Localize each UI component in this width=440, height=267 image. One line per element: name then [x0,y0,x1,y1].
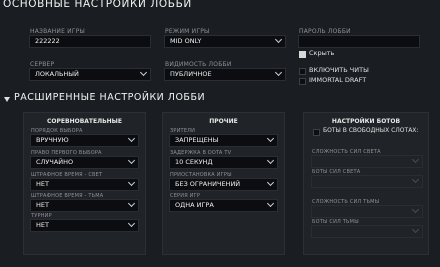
chevron-down-icon [274,36,283,44]
password-label: ПАРОЛЬ ЛОББИ [299,28,351,35]
bots-title: НАСТРОЙКИ БОТОВ [331,118,401,125]
bots-panel: НАСТРОЙКИ БОТОВ БОТЫ В СВОБОДНЫХ СЛОТАХ:… [303,112,429,255]
chevron-down-icon [127,220,136,228]
collapse-triangle-icon[interactable] [4,97,10,102]
chevron-down-icon [139,69,148,77]
chevron-down-icon [266,135,275,143]
other-title: ПРОЧИЕ [209,118,238,125]
competitive-title: СОРЕВНОВАТЕЛЬНЫЕ [47,118,122,125]
chevron-down-icon [127,157,136,165]
dota-tv-delay-value: 10 СЕКУНД [175,158,213,166]
enable-cheats-checkbox[interactable] [299,68,306,75]
bots-free-slots-checkbox[interactable] [313,129,320,136]
game-name-label: НАЗВАНИЕ ИГРЫ [30,28,86,35]
dota-tv-delay-select[interactable]: 10 СЕКУНД [169,156,278,169]
chevron-down-icon [411,156,420,164]
hide-password-checkbox[interactable] [299,51,306,58]
advanced-settings-title[interactable]: РАСШИРЕННЫЕ НАСТРОЙКИ ЛОББИ [14,92,205,103]
chevron-down-icon [411,176,420,184]
series-select[interactable]: ОДНА ИГРА [169,199,278,212]
game-mode-select[interactable]: MID ONLY [164,35,286,48]
chevron-down-icon [266,179,275,187]
first-pick-select[interactable]: СЛУЧАЙНО [30,156,139,169]
chevron-down-icon [266,200,275,208]
server-select[interactable]: ЛОКАЛЬНЫЙ [29,68,151,81]
pause-value: БЕЗ ОГРАНИЧЕНИЙ [175,180,241,188]
server-label: СЕРВЕР [30,61,55,68]
first-pick-value: СЛУЧАЙНО [36,158,74,166]
other-panel: ПРОЧИЕ ЗРИТЕЛИ ЗАПРЕЩЕНЫ ЗАДЕРЖКА В DOTA… [162,112,285,255]
penalty-radiant-select[interactable]: НЕТ [30,178,139,191]
game-mode-label: РЕЖИМ ИГРЫ [165,28,210,35]
chevron-down-icon [266,157,275,165]
game-mode-value: MID ONLY [170,37,202,45]
tournament-value: НЕТ [36,221,49,229]
penalty-dire-value: НЕТ [36,201,49,209]
immortal-draft-checkbox[interactable] [299,78,306,85]
pause-select[interactable]: БЕЗ ОГРАНИЧЕНИЙ [169,178,278,191]
chevron-down-icon [411,206,420,214]
server-value: ЛОКАЛЬНЫЙ [35,70,79,78]
radiant-difficulty-select[interactable] [311,155,423,168]
radiant-bots-select[interactable] [311,175,423,188]
password-input[interactable] [298,35,420,48]
penalty-radiant-value: НЕТ [36,180,49,188]
chevron-down-icon [127,135,136,143]
bots-free-slots-label: БОТЫ В СВОБОДНЫХ СЛОТАХ: [323,127,419,134]
chevron-down-icon [127,179,136,187]
chevron-down-icon [274,69,283,77]
penalty-dire-select[interactable]: НЕТ [30,199,139,212]
visibility-select[interactable]: ПУБЛИЧНОЕ [164,68,286,81]
visibility-value: ПУБЛИЧНОЕ [170,70,212,78]
series-value: ОДНА ИГРА [175,201,214,209]
immortal-draft-label: IMMORTAL DRAFT [309,76,367,84]
pick-order-select[interactable]: ВРУЧНУЮ [30,134,139,147]
pick-order-value: ВРУЧНУЮ [36,136,69,144]
enable-cheats-label: ВКЛЮЧИТЬ ЧИТЫ [309,66,369,74]
spectators-value: ЗАПРЕЩЕНЫ [175,136,219,144]
game-name-input[interactable]: 222222 [29,35,151,48]
competitive-panel: СОРЕВНОВАТЕЛЬНЫЕ ПОРЯДОК ВЫБОРА ВРУЧНУЮ … [23,112,146,255]
visibility-label: ВИДИМОСТЬ ЛОББИ [165,61,232,68]
hide-password-label: Скрыть [309,49,335,57]
chevron-down-icon [127,200,136,208]
basic-settings-title: ОСНОВНЫЕ НАСТРОЙКИ ЛОББИ [3,0,192,10]
dire-difficulty-select[interactable] [311,205,423,218]
dire-bots-select[interactable] [311,225,423,238]
chevron-down-icon [411,226,420,234]
tournament-select[interactable]: НЕТ [30,219,139,232]
spectators-select[interactable]: ЗАПРЕЩЕНЫ [169,134,278,147]
